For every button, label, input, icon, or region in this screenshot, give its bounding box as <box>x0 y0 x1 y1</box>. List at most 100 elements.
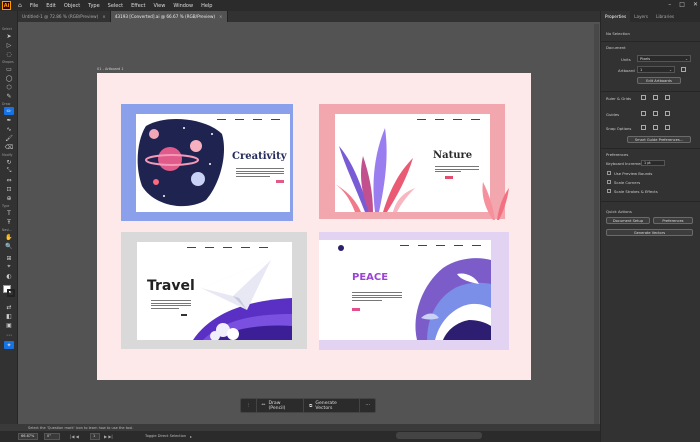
status-menu-icon[interactable]: ▸ <box>190 434 192 439</box>
rotate-tool-icon[interactable]: ↻ <box>4 158 14 166</box>
lasso-tool-icon[interactable]: ◌ <box>4 50 14 58</box>
zoom-tool-icon[interactable]: 🔍 <box>4 242 14 250</box>
draw-pencil-button[interactable]: ✏ Draw (Pencil) <box>257 398 305 413</box>
vertical-scrollbar[interactable] <box>594 24 599 424</box>
artboard-select[interactable]: 1 ⌄ <box>637 66 675 73</box>
card-peace[interactable]: PEACE <box>319 232 509 352</box>
tab-layers[interactable]: Layers <box>630 11 652 22</box>
tab-untitled[interactable]: Untitled-1 @ 72.86 % (RGB/Preview) × <box>18 11 111 22</box>
ruler-icon[interactable] <box>641 95 646 100</box>
snap-point-icon[interactable] <box>641 125 646 130</box>
zoom-select[interactable]: 66.67% <box>18 433 38 440</box>
preferences-button[interactable]: Preferences <box>653 217 693 224</box>
artboard[interactable]: Creativity Nature Travel PEACE <box>97 73 531 380</box>
card-creativity[interactable]: Creativity <box>121 104 311 222</box>
menu-help[interactable]: Help <box>197 3 216 9</box>
close-tab-icon[interactable]: × <box>102 14 106 19</box>
pen-tool-icon[interactable]: ✒ <box>4 116 14 124</box>
tab-converted[interactable]: 43193 [Converted].ai @ 66.67 % (RGB/Prev… <box>110 11 228 22</box>
touch-type-tool-icon[interactable]: Ŧ <box>4 218 14 226</box>
minimize-icon[interactable]: – <box>668 1 671 8</box>
generate-vectors-icon: ⧉ <box>309 403 313 409</box>
close-tab-icon[interactable]: × <box>219 14 223 19</box>
direct-selection-tool-icon[interactable]: ▷ <box>4 41 14 49</box>
menu-edit[interactable]: Edit <box>42 3 60 9</box>
rotation-select[interactable]: 0° <box>44 433 60 440</box>
tab-properties[interactable]: Properties <box>601 11 631 22</box>
generate-vectors-button[interactable]: Generate Vectors <box>606 229 693 236</box>
pixel-grid-icon[interactable] <box>665 95 670 100</box>
horizontal-scrollbar[interactable] <box>396 432 482 439</box>
home-icon[interactable]: ⌂ <box>14 2 26 9</box>
snap-grid-icon[interactable] <box>653 125 658 130</box>
menu-window[interactable]: Window <box>169 3 197 9</box>
shaper-tool-icon[interactable]: ✎ <box>4 92 14 100</box>
pencil-tool-icon[interactable]: ✏ <box>4 107 14 115</box>
card-nature[interactable]: Nature <box>319 104 509 222</box>
blend-tool-icon[interactable]: ◐ <box>4 272 14 280</box>
properties-panel: Properties Layers Libraries No Selection… <box>600 11 700 442</box>
ellipse-tool-icon[interactable]: ◯ <box>4 74 14 82</box>
divider <box>601 41 700 42</box>
artboard-tool-icon[interactable]: ⊞ <box>4 254 14 262</box>
units-label: Units <box>621 57 631 62</box>
body-text-lines <box>151 300 191 310</box>
smart-guide-preferences-button[interactable]: Smart Guide Preferences... <box>627 136 691 143</box>
grid-icon[interactable] <box>653 95 658 100</box>
show-guides-icon[interactable] <box>641 111 646 116</box>
menu-file[interactable]: File <box>26 3 42 9</box>
menu-view[interactable]: View <box>149 3 169 9</box>
scale-strokes-checkbox[interactable] <box>607 189 611 193</box>
snap-pixel-icon[interactable] <box>665 125 670 130</box>
shape-builder-tool-icon[interactable]: ⊕ <box>4 194 14 202</box>
cta-link <box>181 314 187 316</box>
width-tool-icon[interactable]: ⇔ <box>4 176 14 184</box>
selection-tool-icon[interactable]: ➤ <box>4 32 14 40</box>
artboard-number-input[interactable]: 1 <box>90 433 100 440</box>
document-setup-button[interactable]: Document Setup <box>606 217 650 224</box>
menu-type[interactable]: Type <box>84 3 103 9</box>
guides-label: Guides <box>606 112 620 117</box>
polygon-tool-icon[interactable]: ⬡ <box>4 83 14 91</box>
next-artboard-icon[interactable]: ▶ ▶| <box>104 434 113 439</box>
menu-object[interactable]: Object <box>60 3 84 9</box>
tab-libraries[interactable]: Libraries <box>652 11 678 22</box>
keyboard-increment-input[interactable]: 1 pt <box>641 160 665 166</box>
eraser-tool-icon[interactable]: ⌫ <box>4 143 14 151</box>
lock-guides-icon[interactable] <box>653 111 658 116</box>
more-options-icon[interactable]: ⋯ <box>360 398 375 413</box>
drag-handle-icon[interactable]: ⋮ <box>241 398 257 413</box>
free-transform-tool-icon[interactable]: ⊡ <box>4 185 14 193</box>
first-artboard-icon[interactable]: |◀ ◀ <box>70 434 79 439</box>
stroke-swatch[interactable] <box>7 289 15 297</box>
scale-tool-icon[interactable]: ⤡ <box>4 167 14 175</box>
generate-vectors-context-button[interactable]: ⧉ Generate Vectors <box>304 398 361 413</box>
rectangle-tool-icon[interactable]: ▭ <box>4 65 14 73</box>
more-tools-icon[interactable]: ⋯ <box>4 331 14 339</box>
brush-tool-icon[interactable]: 🖌 <box>4 134 14 142</box>
artboard-options-icon[interactable] <box>681 67 686 72</box>
hand-tool-icon[interactable]: ✋ <box>4 233 14 241</box>
generative-tool-icon[interactable]: ✦ <box>4 341 14 349</box>
nav-links <box>417 119 480 121</box>
scale-corners-checkbox[interactable] <box>607 180 611 184</box>
type-tool-icon[interactable]: T <box>4 209 14 217</box>
swap-colors-icon[interactable]: ⇄ <box>4 303 14 311</box>
edit-artboards-button[interactable]: Edit Artboards <box>637 77 681 84</box>
menu-select[interactable]: Select <box>104 3 127 9</box>
card-travel[interactable]: Travel <box>121 232 311 352</box>
screen-mode-icon[interactable]: ▣ <box>4 321 14 329</box>
use-preview-bounds-checkbox[interactable] <box>607 171 611 175</box>
eyedropper-tool-icon[interactable]: ⌖ <box>4 263 14 271</box>
close-icon[interactable]: ✕ <box>693 1 698 8</box>
menu-effect[interactable]: Effect <box>127 3 149 9</box>
draw-mode-icon[interactable]: ◧ <box>4 312 14 320</box>
units-value: Pixels <box>640 56 651 61</box>
body-text-lines <box>435 166 479 174</box>
window-controls: – □ ✕ <box>668 1 698 8</box>
smart-guides-icon[interactable] <box>665 111 670 116</box>
maximize-icon[interactable]: □ <box>679 1 685 8</box>
logo-icon <box>338 245 344 251</box>
units-select[interactable]: Pixels ⌄ <box>637 55 691 62</box>
curvature-tool-icon[interactable]: ∿ <box>4 125 14 133</box>
